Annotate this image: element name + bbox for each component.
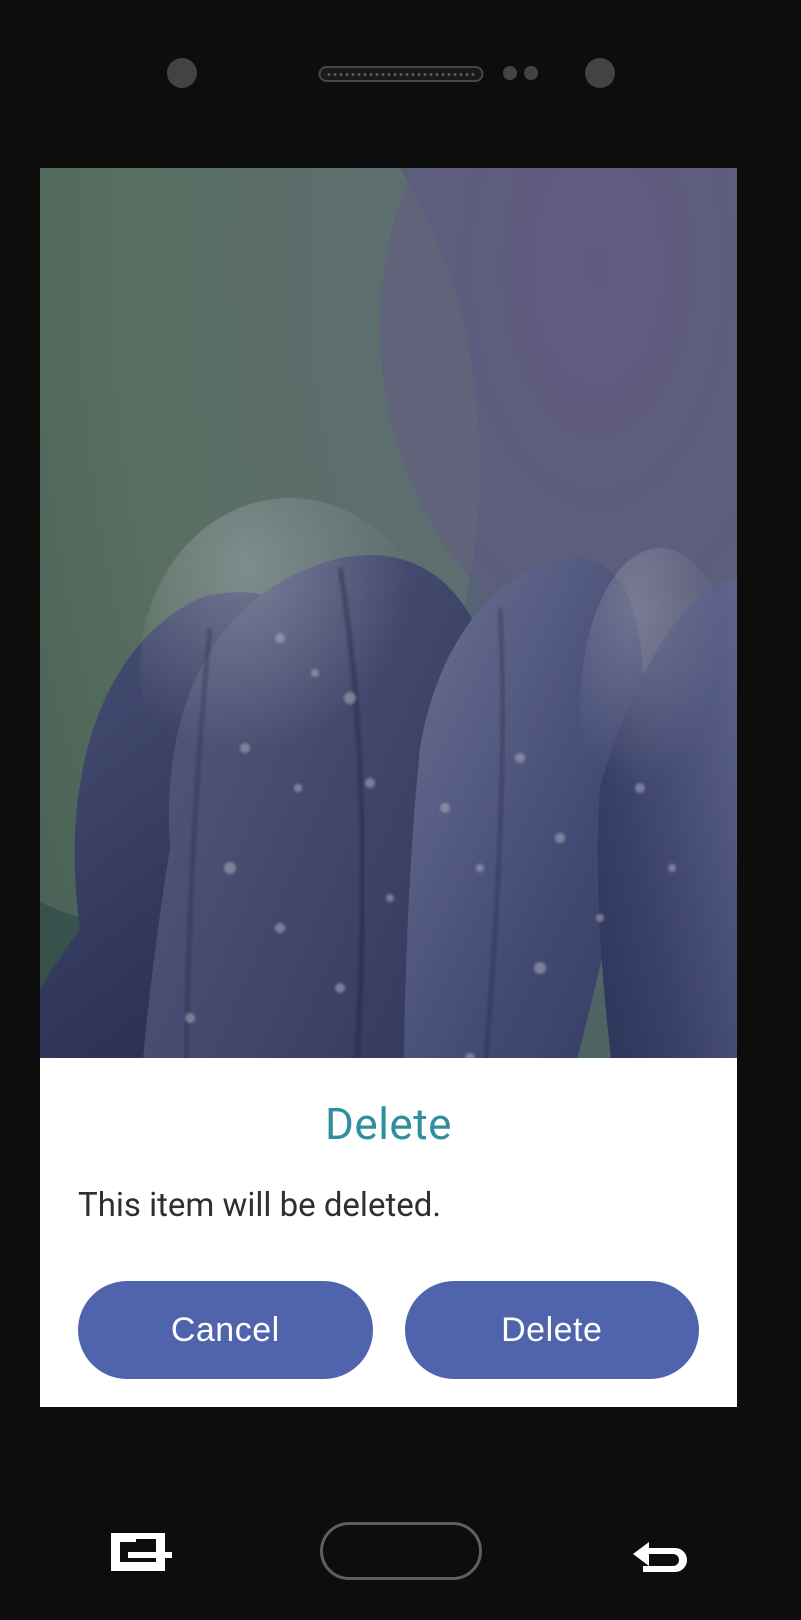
cancel-button[interactable]: Cancel bbox=[78, 1281, 373, 1379]
dialog-title: Delete bbox=[78, 1098, 699, 1150]
device-frame: Delete This item will be deleted. Cancel… bbox=[0, 0, 801, 1620]
delete-button[interactable]: Delete bbox=[405, 1281, 700, 1379]
delete-dialog: Delete This item will be deleted. Cancel… bbox=[40, 1058, 737, 1407]
camera-icon bbox=[167, 58, 197, 88]
dialog-actions: Cancel Delete bbox=[78, 1281, 699, 1379]
sensor-icon bbox=[503, 66, 517, 80]
sensor-icon bbox=[524, 66, 538, 80]
device-top-hardware bbox=[0, 54, 801, 94]
camera-icon bbox=[585, 58, 615, 88]
back-icon[interactable] bbox=[613, 1532, 691, 1580]
dialog-message: This item will be deleted. bbox=[78, 1186, 699, 1225]
screen-viewport: Delete This item will be deleted. Cancel… bbox=[40, 168, 737, 1407]
earpiece-icon bbox=[318, 66, 483, 82]
recent-apps-icon[interactable] bbox=[110, 1530, 174, 1578]
home-button[interactable] bbox=[320, 1522, 482, 1580]
device-bottom-hardware bbox=[0, 1518, 801, 1588]
